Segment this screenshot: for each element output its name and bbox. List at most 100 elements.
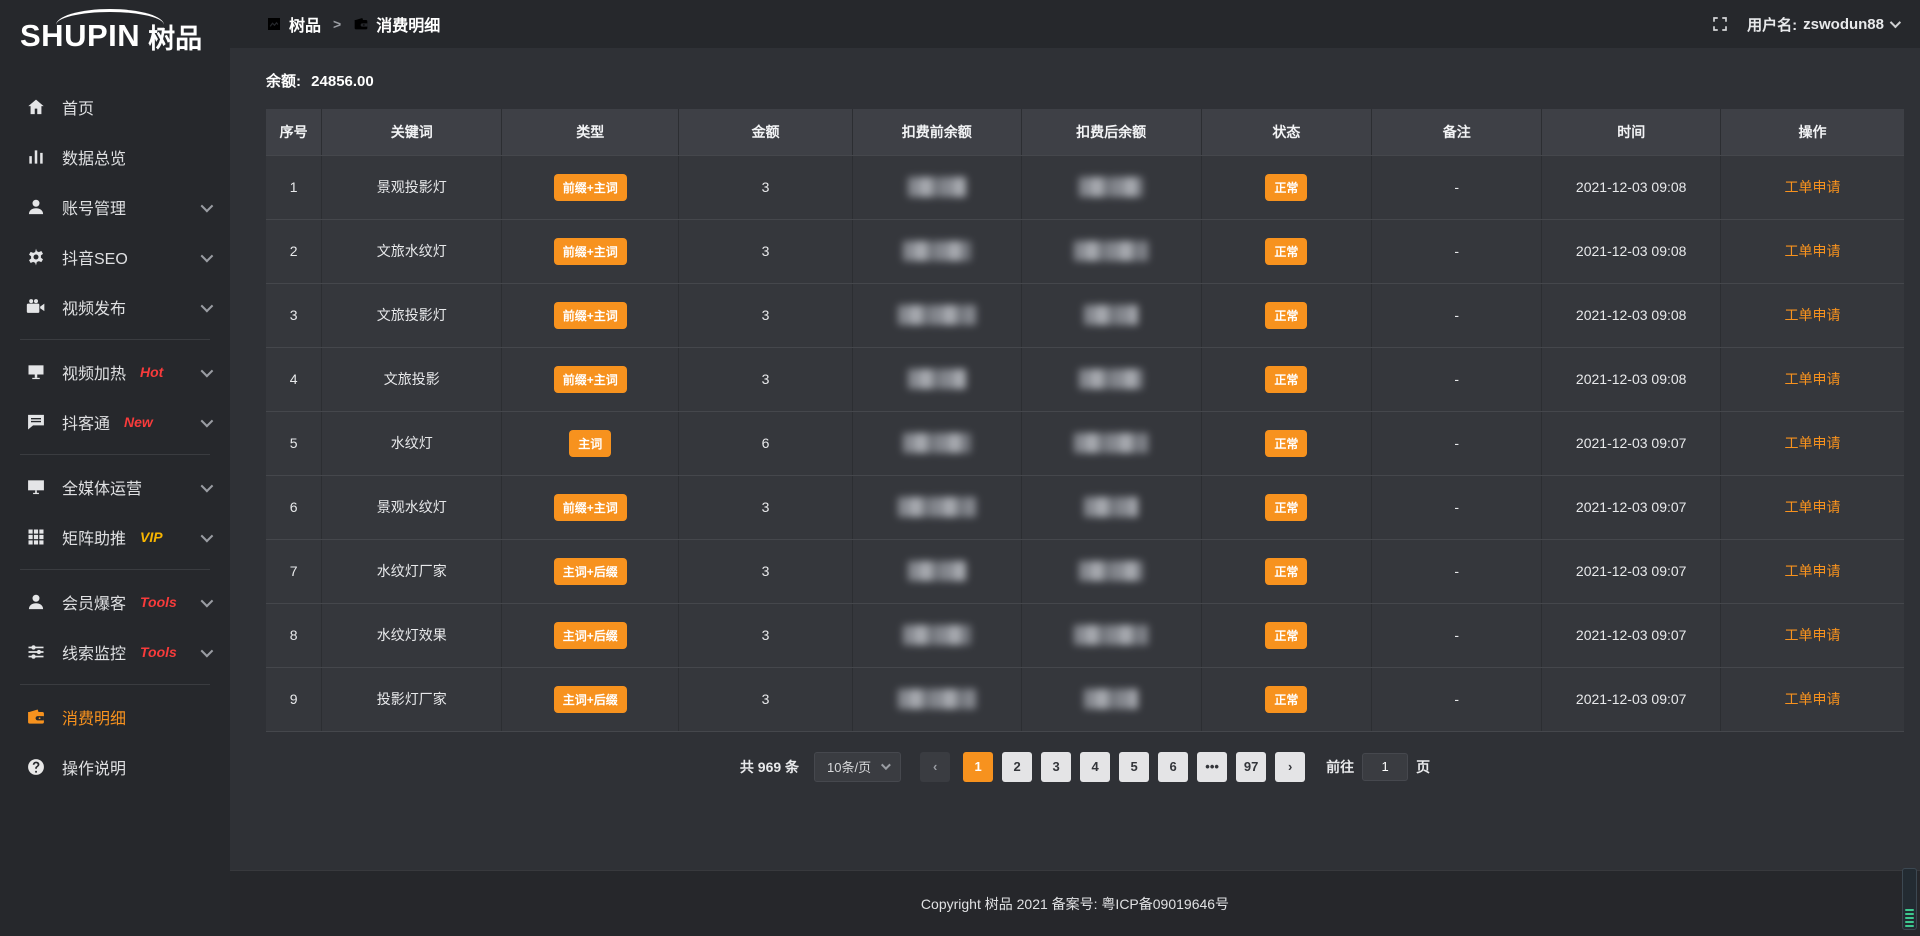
status-badge: 正常 [1265, 558, 1307, 585]
sidebar-item-label: 操作说明 [62, 755, 126, 779]
pagination-total: 共 969 条 [740, 757, 799, 777]
status-badge: 正常 [1265, 494, 1307, 521]
jump-page-input[interactable] [1362, 753, 1408, 781]
next-page-button[interactable]: › [1275, 752, 1305, 782]
chevron-down-icon [201, 299, 214, 312]
app-logo[interactable]: SHUPIN 树品 [0, 0, 230, 72]
page-button-97[interactable]: 97 [1236, 752, 1266, 782]
balance-before-cell [852, 411, 1021, 475]
floating-widget[interactable] [1902, 868, 1917, 930]
sidebar-item-全媒体运营[interactable]: 全媒体运营 [0, 462, 230, 512]
sidebar-item-抖客通[interactable]: 抖客通New [0, 397, 230, 447]
index-cell: 1 [266, 155, 322, 219]
sidebar-item-线索监控[interactable]: 线索监控Tools [0, 627, 230, 677]
column-header-时间: 时间 [1542, 109, 1721, 155]
breadcrumb-item-current[interactable]: 消费明细 [353, 12, 440, 36]
time-cell: 2021-12-03 09:07 [1542, 667, 1721, 731]
page-button-4[interactable]: 4 [1080, 752, 1110, 782]
sidebar-item-抖音SEO[interactable]: 抖音SEO [0, 232, 230, 282]
balance-before-cell [852, 667, 1021, 731]
sidebar-item-label: 矩阵助推 [62, 525, 126, 549]
type-cell: 前缀+主词 [502, 155, 679, 219]
work-order-link[interactable]: 工单申请 [1784, 691, 1840, 707]
chevron-down-icon [201, 529, 214, 542]
table-row: 3文旅投影灯前缀+主词3正常-2021-12-03 09:08工单申请 [266, 283, 1904, 347]
video-icon [26, 297, 46, 317]
keyword-cell: 文旅水纹灯 [322, 219, 502, 283]
sidebar-item-消费明细[interactable]: 消费明细 [0, 692, 230, 742]
work-order-link[interactable]: 工单申请 [1784, 179, 1840, 195]
screen-icon [26, 477, 46, 497]
balance-after-cell [1021, 411, 1201, 475]
page-button-6[interactable]: 6 [1158, 752, 1188, 782]
sidebar-item-label: 抖音SEO [62, 245, 128, 269]
breadcrumb-item-home[interactable]: 树品 [266, 12, 321, 36]
masked-balance [1074, 433, 1148, 453]
sidebar-item-label: 首页 [62, 95, 94, 119]
remark-cell: - [1372, 283, 1542, 347]
action-cell: 工单申请 [1720, 283, 1904, 347]
wallet-icon [26, 707, 46, 727]
work-order-link[interactable]: 工单申请 [1784, 371, 1840, 387]
work-order-link[interactable]: 工单申请 [1784, 499, 1840, 515]
masked-balance [903, 625, 971, 645]
work-order-link[interactable]: 工单申请 [1784, 435, 1840, 451]
column-header-关键词: 关键词 [322, 109, 502, 155]
masked-balance [1084, 689, 1138, 709]
balance-before-cell [852, 603, 1021, 667]
time-cell: 2021-12-03 09:08 [1542, 155, 1721, 219]
balance-after-cell [1021, 283, 1201, 347]
type-cell: 主词+后缀 [502, 667, 679, 731]
work-order-link[interactable]: 工单申请 [1784, 627, 1840, 643]
user-menu[interactable]: 用户名: zswodun88 [1747, 14, 1898, 35]
type-badge: 主词+后缀 [554, 558, 627, 585]
fullscreen-icon[interactable] [1711, 15, 1729, 33]
sidebar-item-label: 视频加热 [62, 360, 126, 384]
work-order-link[interactable]: 工单申请 [1784, 243, 1840, 259]
copyright-text: Copyright 树品 2021 备案号: 粤ICP备09019646号 [921, 894, 1229, 914]
page-size-select[interactable]: 10条/页 [814, 752, 901, 782]
consumption-table: 序号关键词类型金额扣费前余额扣费后余额状态备注时间操作 1景观投影灯前缀+主词3… [266, 109, 1904, 732]
sidebar-item-label: 会员爆客 [62, 590, 126, 614]
remark-cell: - [1372, 667, 1542, 731]
masked-balance [898, 497, 976, 517]
index-cell: 7 [266, 539, 322, 603]
amount-cell: 3 [679, 155, 853, 219]
sidebar-item-视频发布[interactable]: 视频发布 [0, 282, 230, 332]
sidebar-item-会员爆客[interactable]: 会员爆客Tools [0, 577, 230, 627]
page-button-1[interactable]: 1 [963, 752, 993, 782]
type-cell: 前缀+主词 [502, 347, 679, 411]
sidebar-item-操作说明[interactable]: 操作说明 [0, 742, 230, 792]
masked-balance [908, 369, 966, 389]
balance-after-cell [1021, 347, 1201, 411]
type-cell: 前缀+主词 [502, 475, 679, 539]
type-cell: 主词+后缀 [502, 539, 679, 603]
status-badge: 正常 [1265, 366, 1307, 393]
type-badge: 前缀+主词 [554, 494, 627, 521]
status-cell: 正常 [1201, 411, 1371, 475]
sidebar-item-首页[interactable]: 首页 [0, 82, 230, 132]
sidebar-item-账号管理[interactable]: 账号管理 [0, 182, 230, 232]
status-cell: 正常 [1201, 283, 1371, 347]
work-order-link[interactable]: 工单申请 [1784, 563, 1840, 579]
breadcrumb-separator: > [333, 16, 341, 32]
table-row: 1景观投影灯前缀+主词3正常-2021-12-03 09:08工单申请 [266, 155, 1904, 219]
action-cell: 工单申请 [1720, 219, 1904, 283]
user-icon [26, 197, 46, 217]
column-header-扣费后余额: 扣费后余额 [1021, 109, 1201, 155]
column-header-序号: 序号 [266, 109, 322, 155]
page-button-3[interactable]: 3 [1041, 752, 1071, 782]
work-order-link[interactable]: 工单申请 [1784, 307, 1840, 323]
ellipsis-page-button[interactable]: ••• [1197, 752, 1227, 782]
page-button-5[interactable]: 5 [1119, 752, 1149, 782]
sidebar-divider [20, 454, 210, 455]
amount-cell: 6 [679, 411, 853, 475]
sidebar-item-badge: Tools [140, 644, 177, 660]
page-button-2[interactable]: 2 [1002, 752, 1032, 782]
sidebar-item-数据总览[interactable]: 数据总览 [0, 132, 230, 182]
balance-before-cell [852, 347, 1021, 411]
sidebar-item-视频加热[interactable]: 视频加热Hot [0, 347, 230, 397]
prev-page-button[interactable]: ‹ [920, 752, 950, 782]
balance-after-cell [1021, 475, 1201, 539]
sidebar-item-矩阵助推[interactable]: 矩阵助推VIP [0, 512, 230, 562]
